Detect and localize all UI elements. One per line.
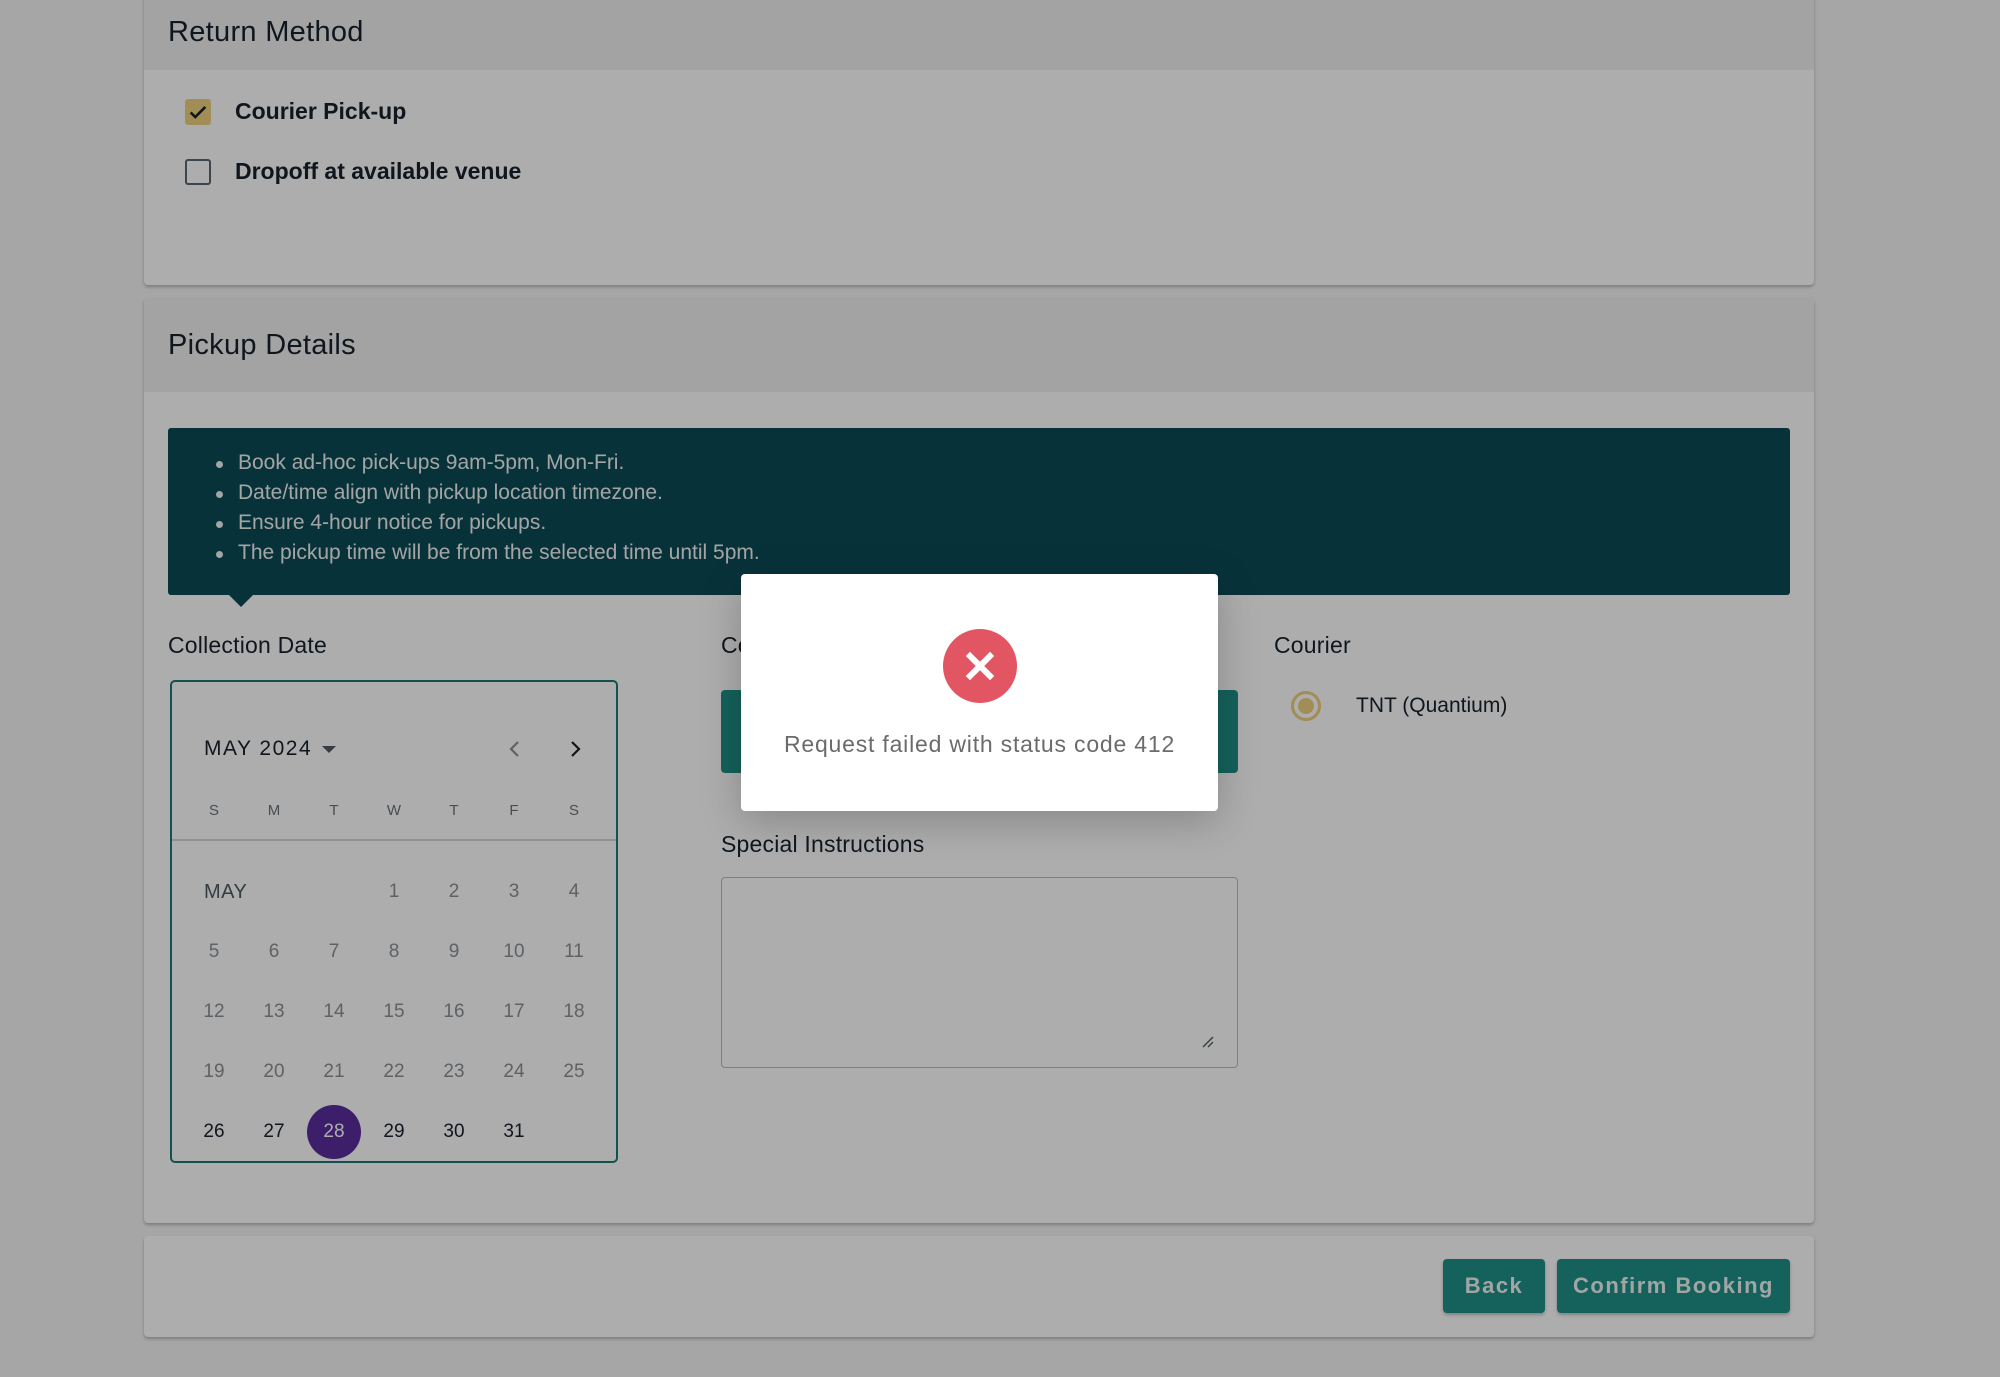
error-dialog: Request failed with status code 412 <box>741 574 1218 811</box>
error-x-icon <box>942 629 1017 703</box>
error-message: Request failed with status code 412 <box>783 731 1176 757</box>
